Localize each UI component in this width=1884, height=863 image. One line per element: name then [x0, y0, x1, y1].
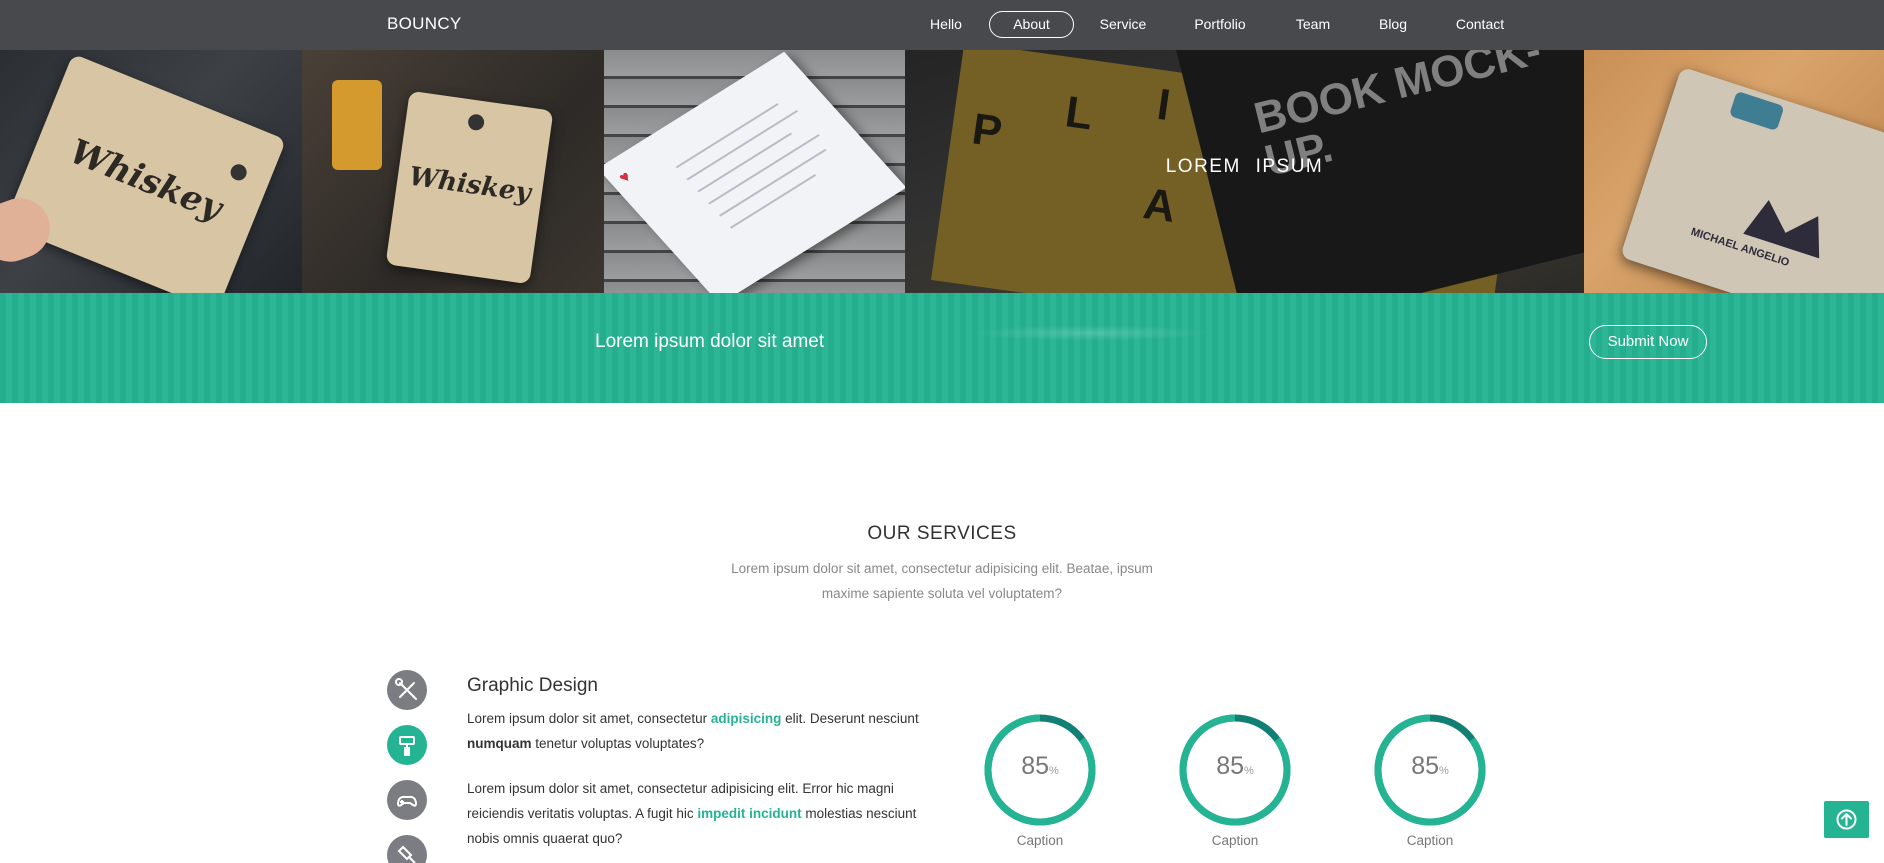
tag-clip — [1728, 90, 1785, 132]
whiskey-tag-image: Whiskey — [3, 53, 287, 293]
text-line — [675, 103, 779, 169]
bold-text: numquam — [467, 736, 532, 751]
service-heading: Graphic Design — [467, 675, 598, 696]
gallery-caption: LOREM IPSUM — [1165, 156, 1324, 177]
whiskey-tag-image: Whiskey — [385, 90, 554, 285]
highlight-text: adipisicing — [710, 711, 782, 726]
tag-hole — [228, 161, 250, 183]
service-paragraph-1: Lorem ipsum dolor sit amet, consectetur … — [467, 711, 919, 751]
progress-donut-2: 85% — [1179, 714, 1291, 826]
nav-item-blog[interactable]: Blog — [1373, 11, 1413, 38]
nav-item-service[interactable]: Service — [1092, 11, 1154, 38]
arrow-up-circle-icon — [1836, 809, 1857, 830]
text-line — [708, 134, 820, 205]
submit-now-button[interactable]: Submit Now — [1589, 325, 1707, 359]
plug-icon[interactable] — [387, 835, 427, 863]
section-title: OUR SERVICES — [867, 523, 1017, 544]
text-line — [719, 148, 827, 217]
heart-icon: ♥ — [615, 168, 636, 187]
letterhead-paper-image: ♥ — [604, 51, 905, 293]
text-line — [686, 109, 799, 181]
nav-item-portfolio[interactable]: Portfolio — [1186, 11, 1254, 38]
cta-text: Lorem ipsum dolor sit amet — [595, 331, 825, 352]
nav-item-team[interactable]: Team — [1290, 11, 1336, 38]
progress-donut-1: 85% — [984, 714, 1096, 826]
tag-text: Whiskey — [64, 131, 228, 229]
service-paragraph-2: Lorem ipsum dolor sit amet, consectetur … — [467, 781, 917, 846]
gallery-tile-whiskey-2[interactable]: Whiskey — [302, 50, 604, 293]
donut-value: 85% — [1216, 752, 1254, 780]
donut-value: 85% — [1411, 752, 1449, 780]
nav-item-contact[interactable]: Contact — [1452, 11, 1508, 38]
cta-banner: Lorem ipsum dolor sit amet Submit Now — [0, 293, 1884, 403]
gallery-tile-whiskey-1[interactable]: Whiskey — [0, 50, 302, 293]
tag-hole — [467, 113, 486, 132]
top-navbar: BOUNCY Hello About Service Portfolio Tea… — [0, 0, 1884, 50]
tools-icon[interactable] — [387, 670, 427, 710]
nav-item-about[interactable]: About — [989, 11, 1074, 38]
donut-value: 85% — [1021, 752, 1059, 780]
label-tag-image: MICHAEL ANGELIO — [1619, 66, 1884, 293]
donut-caption: Caption — [1016, 833, 1064, 848]
stamp-image — [332, 80, 382, 170]
gallery-tile-label[interactable]: MICHAEL ANGELIO — [1584, 50, 1884, 293]
progress-donut-3: 85% — [1374, 714, 1486, 826]
section-subtitle: Lorem ipsum dolor sit amet, consectetur … — [731, 561, 1153, 601]
donut-caption: Caption — [1211, 833, 1259, 848]
nav-item-hello[interactable]: Hello — [921, 11, 971, 38]
donut-caption: Caption — [1406, 833, 1454, 848]
highlight-text: impedit incidunt — [697, 806, 802, 821]
gallery-tile-letterhead[interactable]: ♥ — [604, 50, 905, 293]
tag-text: Whiskey — [407, 161, 533, 209]
paint-roller-icon[interactable] — [387, 725, 427, 765]
brand-logo[interactable]: BOUNCY — [387, 14, 462, 34]
back-to-top-button[interactable] — [1824, 801, 1869, 838]
gamepad-icon[interactable] — [387, 780, 427, 820]
